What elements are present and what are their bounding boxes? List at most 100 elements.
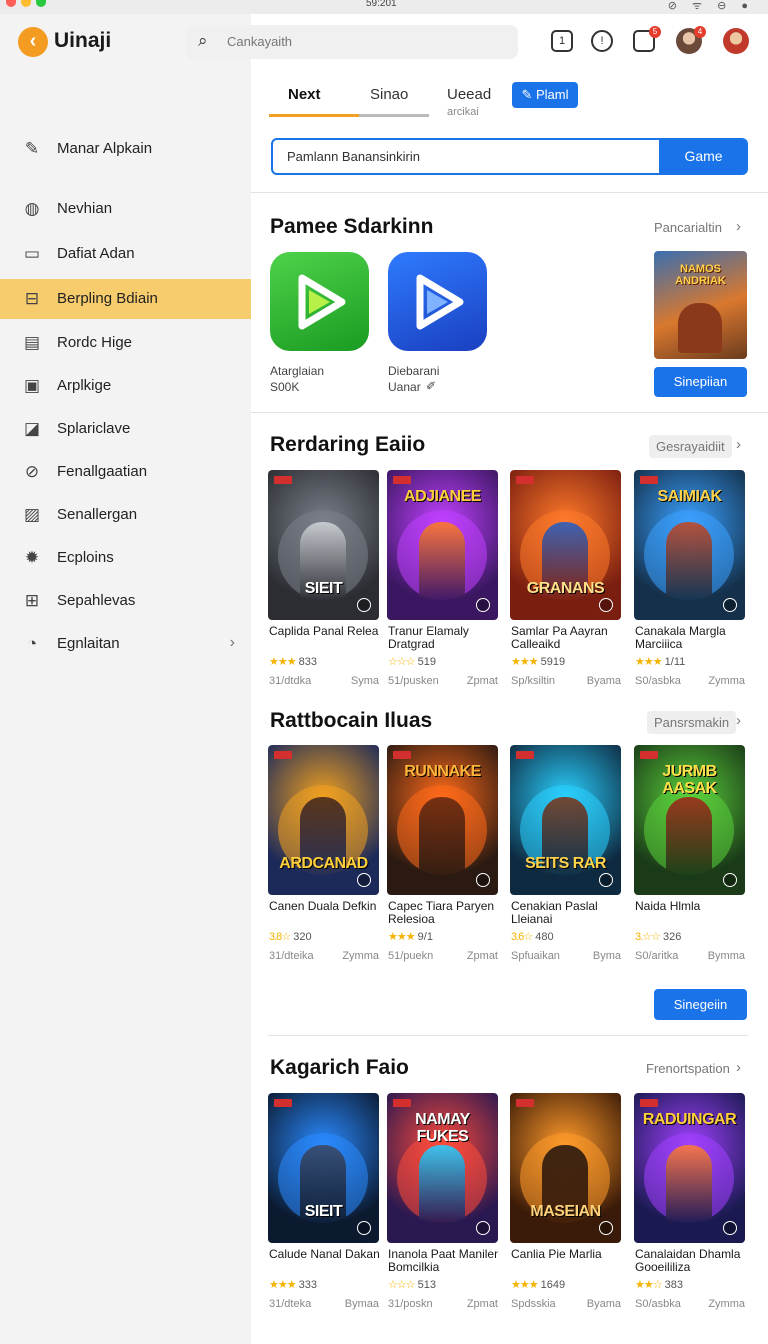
- sidebar-item-5[interactable]: ▣ Arplkige: [0, 366, 251, 406]
- game-meta-right: Bymaa: [344, 1298, 379, 1310]
- sidebar-item-4[interactable]: ▤ Rordc Hige: [0, 323, 251, 363]
- game-card[interactable]: MASEIAN Canlia Pie Marlia ★★★ 1649 Spdss…: [510, 1093, 621, 1315]
- gallery-icon: ▨: [23, 505, 41, 524]
- sinegeiin-button[interactable]: Sinegeiin: [654, 989, 747, 1020]
- chevron-right-icon[interactable]: ›: [736, 436, 741, 453]
- cover-title: SIEIT: [304, 580, 343, 597]
- game-rating: ★★☆ 383: [635, 1278, 683, 1291]
- game-card[interactable]: NAMAY FUKES Inanola Paat Manilen Bomcilk…: [387, 1093, 498, 1315]
- game-rating: 3.8☆ 320: [269, 930, 312, 943]
- app-tile-blue[interactable]: [388, 252, 487, 351]
- leaf-icon: ✎: [521, 87, 536, 102]
- tab-sinao[interactable]: Sinao: [370, 86, 408, 103]
- character-art: [678, 303, 722, 353]
- close-window-button[interactable]: [6, 0, 16, 7]
- game-cover-art: RADUINGAR: [634, 1093, 745, 1243]
- section-link[interactable]: Frenortspation: [646, 1061, 730, 1076]
- maximize-window-button[interactable]: [36, 0, 46, 7]
- game-card[interactable]: SIEIT Caplida Panal Relear ★★★ 833 31/dt…: [268, 470, 379, 692]
- rating-value: 320: [293, 931, 312, 943]
- search-bar[interactable]: ⌕ Cankayaith: [185, 25, 518, 59]
- game-card[interactable]: ARDCANAD Canen Duala Defkin 3.8☆ 320 31/…: [268, 745, 379, 967]
- cover-badge-icon: [723, 1221, 737, 1235]
- globe-icon: ◍: [24, 199, 40, 218]
- sinepiian-button[interactable]: Sinepiian: [654, 367, 747, 397]
- chevron-right-icon[interactable]: ›: [736, 218, 741, 235]
- section-link[interactable]: Pansrsmakin: [647, 711, 737, 734]
- tab-ueead[interactable]: Ueead: [447, 86, 491, 103]
- info-icon[interactable]: !: [591, 30, 613, 52]
- sidebar-item-9[interactable]: ✹ Ecploins: [0, 538, 251, 578]
- cover-badge-icon: [476, 1221, 490, 1235]
- cover-tag: [274, 751, 292, 759]
- profile-avatar[interactable]: [723, 28, 749, 54]
- chevron-right-icon[interactable]: ›: [736, 712, 741, 729]
- game-title: Caplida Panal Relear: [269, 624, 379, 638]
- app-tile-green[interactable]: [270, 252, 369, 351]
- tab-next[interactable]: Next: [288, 86, 321, 103]
- sidebar-item-11[interactable]: ◔ Egnlaitan ›: [0, 624, 251, 664]
- game-card[interactable]: SIEIT Calude Nanal Dakan ★★★ 333 31/dtek…: [268, 1093, 379, 1315]
- sidebar-item-label: Nevhian: [57, 200, 113, 217]
- minimize-window-button[interactable]: [21, 0, 31, 7]
- sidebar-item-0[interactable]: ✎ Manar Alpkain: [0, 129, 251, 169]
- sidebar-item-3[interactable]: ⊟ Berpling Bdiain: [0, 279, 251, 319]
- sidebar-item-2[interactable]: ▭ Dafiat Adan: [0, 234, 251, 274]
- chevron-right-icon[interactable]: ›: [736, 1059, 741, 1076]
- rating-value: 5919: [540, 656, 566, 668]
- rating-value: 1/11: [664, 656, 686, 668]
- section-link[interactable]: Gesrayaidiit: [649, 435, 732, 458]
- game-meta-right: Zymma: [708, 675, 745, 687]
- sidebar-item-label: Rordc Hige: [57, 334, 133, 351]
- game-card[interactable]: JURMB AASAK Naida Hlmla 3.☆☆ 326 S0/arit…: [634, 745, 745, 967]
- notification-badge: 4: [694, 26, 706, 38]
- sidebar: ‹ Uinaji ✎ Manar Alpkain ◍ Nevhian ▭ Daf…: [0, 14, 251, 1344]
- game-title: Tranur Elamaly Dratgrad: [388, 624, 469, 651]
- cover-badge-icon: [599, 1221, 613, 1235]
- game-cover-art: SEITS RAR: [510, 745, 621, 895]
- game-card[interactable]: ADJIANEE Tranur Elamaly Dratgrad ☆☆☆ 519…: [387, 470, 498, 692]
- game-card[interactable]: GRANANS Samlar Pa Aayran Calleaikd ★★★ 5…: [510, 470, 621, 692]
- game-meta-left: Spfuaikan: [511, 950, 560, 962]
- sidebar-item-label: Dafiat Adan: [57, 245, 135, 262]
- game-meta-right: Zpmat: [466, 950, 498, 962]
- back-logo-icon[interactable]: ‹: [18, 27, 48, 57]
- sidebar-item-7[interactable]: ⊘ Fenallgaatian: [0, 452, 251, 492]
- game-button[interactable]: Game: [659, 138, 748, 175]
- game-card[interactable]: RUNNAKE Capec Tiara Paryen Relesioa ★★★ …: [387, 745, 498, 967]
- search-icon: ⌕: [198, 31, 208, 50]
- window-titlebar: 59:201 ⊘ ᯤ ⊖ ●: [0, 0, 768, 14]
- game-cover-art: SIEIT: [268, 470, 379, 620]
- game-card[interactable]: SEITS RAR Cenakian Paslal Lleianai 3.6☆ …: [510, 745, 621, 967]
- sidebar-item-label: Sepahlevas: [57, 592, 136, 609]
- cover-badge-icon: [357, 873, 371, 887]
- section-title: Pamee Sdarkinn: [270, 215, 434, 238]
- sidebar-item-10[interactable]: ⊞ Sepahlevas: [0, 581, 251, 621]
- hero-search-input[interactable]: Pamlann Banansinkirin: [271, 138, 661, 175]
- game-meta-left: 51/puekn: [388, 950, 434, 962]
- featured-game-card[interactable]: NAMOS ANDRIAK: [654, 251, 747, 359]
- game-rating: ★★★ 9/1: [388, 930, 433, 943]
- app-sub-2: Uanar: [388, 380, 421, 394]
- cover-title: MASEIAN: [530, 1203, 601, 1220]
- bookmark-icon[interactable]: 1: [551, 30, 573, 52]
- section-title: Rattbocain Iluas: [270, 709, 433, 732]
- game-card[interactable]: RADUINGAR Canalaidan Dhamla Gooeililiza …: [634, 1093, 745, 1315]
- cover-tag: [640, 1099, 658, 1107]
- rating-value: 513: [417, 1279, 437, 1291]
- sidebar-item-label: Manar Alpkain: [57, 140, 153, 157]
- sidebar-item-1[interactable]: ◍ Nevhian: [0, 189, 251, 229]
- game-title: Canalaidan Dhamla Gooeililiza: [635, 1247, 741, 1274]
- game-cover-art: MASEIAN: [510, 1093, 621, 1243]
- game-meta-right: Byama: [586, 675, 621, 687]
- cover-tag: [640, 476, 658, 484]
- sidebar-item-label: Egnlaitan: [57, 635, 120, 652]
- section-link[interactable]: Pancarialtin: [654, 220, 722, 235]
- cover-tag: [393, 476, 411, 484]
- plaml-button[interactable]: ✎ Plaml: [512, 82, 578, 108]
- sidebar-item-6[interactable]: ◪ Splariclave: [0, 409, 251, 449]
- search-placeholder: Cankayaith: [227, 34, 293, 49]
- sidebar-item-8[interactable]: ▨ Senallergan: [0, 495, 251, 535]
- game-card[interactable]: SAIMIAK Canakala Margla Marciiica ★★★ 1/…: [634, 470, 745, 692]
- rating-value: 383: [664, 1279, 684, 1291]
